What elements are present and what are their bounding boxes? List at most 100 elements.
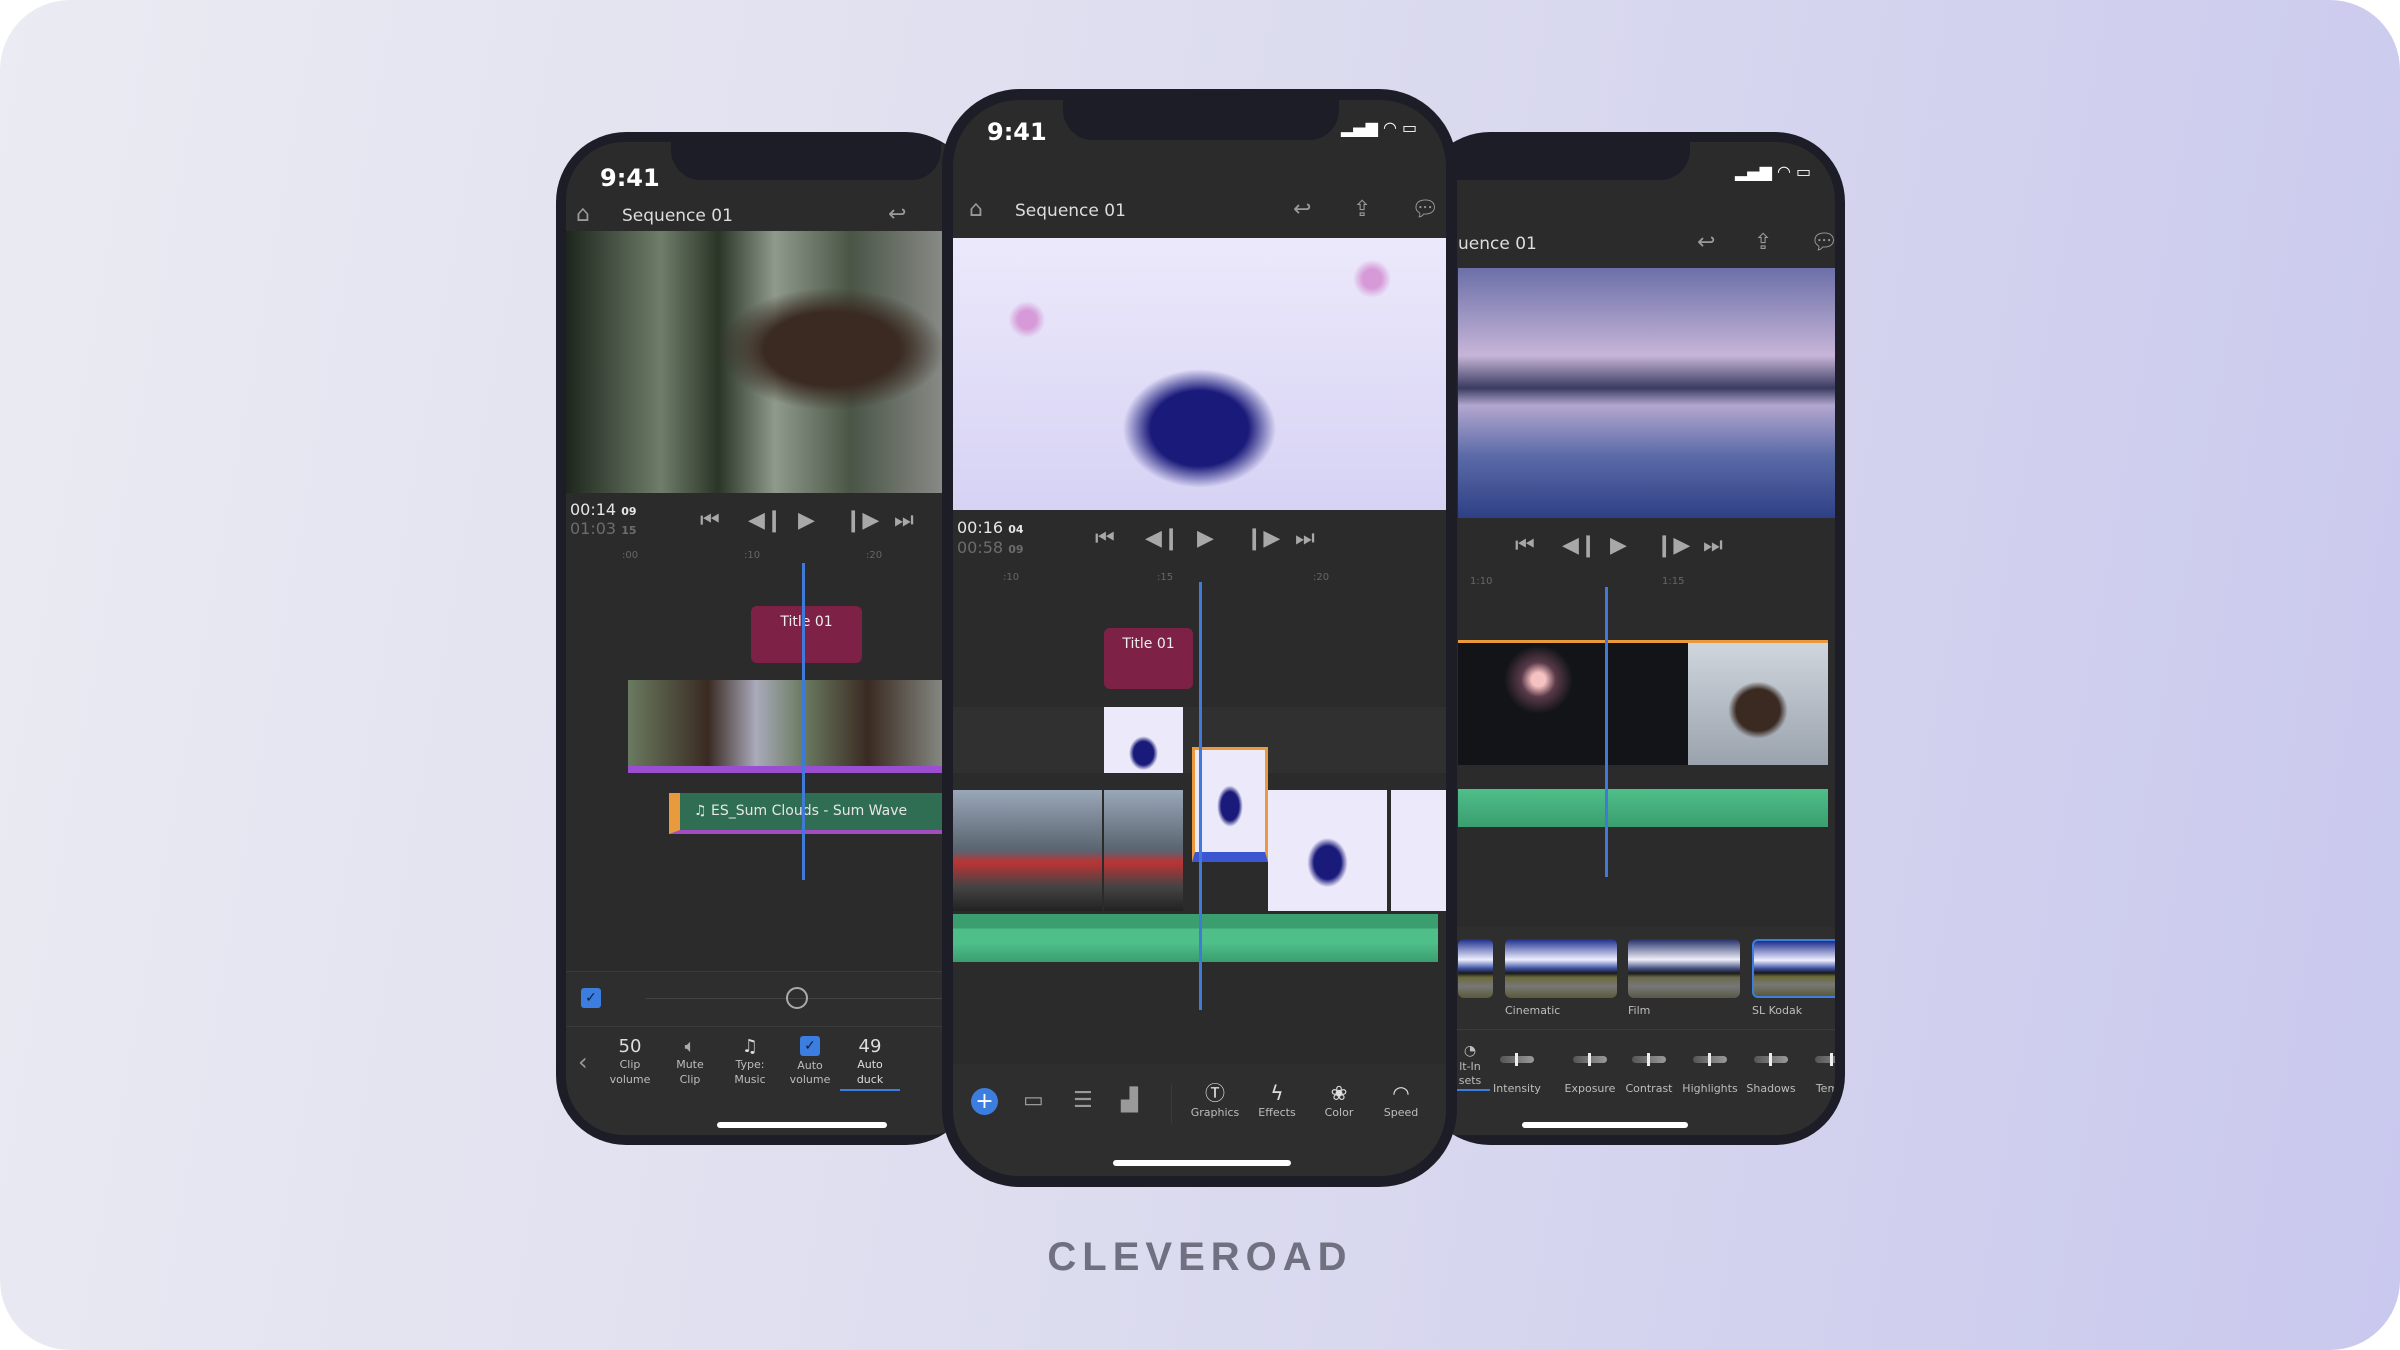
adjust-label: Contrast	[1625, 1082, 1673, 1095]
comment-icon[interactable]: 💬︎	[1810, 232, 1835, 254]
music-note-icon: ♫	[694, 803, 707, 819]
chevron-left-icon[interactable]: ‹	[578, 1050, 588, 1074]
skip-end-icon[interactable]: ⏭	[1295, 528, 1315, 550]
share-icon[interactable]: ⇪	[1353, 199, 1371, 221]
undo-icon[interactable]: ↩	[1293, 199, 1311, 221]
music-note-icon: ♫	[741, 1036, 759, 1057]
archive-icon[interactable]: ▭	[1023, 1090, 1044, 1112]
speaker-icon: 🔈︎	[684, 1036, 696, 1057]
playhead[interactable]	[1199, 582, 1202, 1010]
skip-start-icon[interactable]: ⏮	[700, 510, 720, 532]
video-clip[interactable]	[1268, 790, 1387, 911]
ruler-tick: :00	[622, 550, 639, 561]
undo-icon[interactable]: ↩	[888, 204, 906, 226]
skip-start-icon[interactable]: ⏮	[1515, 535, 1535, 557]
audio-waveform[interactable]	[953, 914, 1438, 962]
share-icon[interactable]: ⇪	[1754, 232, 1772, 254]
home-indicator	[717, 1122, 887, 1128]
enable-checkbox[interactable]: ✓	[581, 988, 601, 1008]
video-clip[interactable]	[1104, 707, 1183, 773]
skip-end-icon[interactable]: ⏭	[1703, 535, 1723, 557]
temperature-slider[interactable]	[1815, 1053, 1835, 1066]
preset-cinematic[interactable]	[1505, 939, 1617, 998]
effects-tool[interactable]: ϟ Effects	[1247, 1080, 1307, 1120]
video-clip[interactable]	[628, 680, 948, 773]
mute-clip-item[interactable]: 🔈︎ Mute Clip	[660, 1035, 720, 1087]
step-back-icon[interactable]: ◀❙	[1145, 528, 1180, 550]
ruler-tick: :10	[1003, 572, 1020, 583]
total-timecode: 01:03 15	[570, 519, 637, 538]
video-clip-fireworks[interactable]	[1458, 640, 1688, 765]
video-clip[interactable]	[1104, 790, 1183, 911]
preset-label: Film	[1628, 1004, 1651, 1017]
audio-waveform[interactable]	[1458, 773, 1828, 827]
intensity-slider[interactable]	[1500, 1053, 1534, 1066]
clip-volume-item[interactable]: 50 Clip volume	[600, 1035, 660, 1087]
preset-label: Cinematic	[1505, 1004, 1561, 1017]
ruler-tick: :10	[744, 550, 761, 561]
status-time: 9:41	[987, 118, 1047, 146]
video-preview	[953, 238, 1446, 510]
video-clip[interactable]	[953, 790, 1102, 911]
sequence-title: Sequence 01	[1015, 201, 1126, 221]
center-phone-screen: 9:41 ▂▄▆ ◠ ▭ ⌂ Sequence 01 ↩ ⇪ 💬︎ 00:16 …	[953, 100, 1446, 1176]
video-clip-person[interactable]	[1688, 640, 1828, 765]
graphics-tool[interactable]: Ⓣ Graphics	[1185, 1080, 1245, 1120]
step-back-icon[interactable]: ◀❙	[1562, 535, 1597, 557]
audio-clip[interactable]: ♫ ES_Sum Clouds - Sum Wave	[669, 793, 949, 834]
layers-icon[interactable]: ▟	[1121, 1090, 1138, 1112]
ruler-tick: 1:15	[1662, 576, 1685, 587]
speed-icon: ◠	[1392, 1081, 1410, 1105]
video-preview	[566, 231, 946, 493]
preset-film[interactable]	[1628, 939, 1740, 998]
auto-duck-item[interactable]: 49 Auto duck	[840, 1035, 900, 1091]
align-icon[interactable]: ☰	[1073, 1090, 1093, 1112]
playhead[interactable]	[802, 563, 805, 880]
notch	[1420, 142, 1690, 180]
home-indicator	[1113, 1160, 1291, 1166]
left-phone: 9:41 ⌂ Sequence 01 ↩ 00:14 09 01:03 15 ⏮…	[556, 132, 976, 1145]
type-music-item[interactable]: ♫ Type: Music	[720, 1035, 780, 1087]
step-forward-icon[interactable]: ❙▶	[1655, 535, 1690, 557]
status-icons: ▂▄▆ ◠ ▭	[1735, 162, 1812, 181]
play-icon[interactable]: ▶	[1197, 528, 1214, 550]
add-icon[interactable]: +	[971, 1088, 998, 1115]
home-icon[interactable]: ⌂	[576, 204, 590, 226]
step-forward-icon[interactable]: ❙▶	[1245, 528, 1280, 550]
preset-label: SL Kodak	[1752, 1004, 1803, 1017]
shadows-slider[interactable]	[1754, 1053, 1788, 1066]
skip-start-icon[interactable]: ⏮	[1095, 528, 1115, 550]
right-phone-screen: ▂▄▆ ◠ ▭ uence 01 ↩ ⇪ 💬︎ ⏮ ◀❙ ▶ ❙▶ ⏭ 1:10…	[1420, 142, 1835, 1135]
current-timecode: 00:14 09	[570, 500, 637, 519]
selected-video-clip[interactable]	[1192, 747, 1268, 862]
auto-volume-item[interactable]: ✓ Auto volume	[780, 1035, 840, 1088]
ruler-tick: :20	[1313, 572, 1330, 583]
step-forward-icon[interactable]: ❙▶	[844, 510, 879, 532]
preset-thumb[interactable]	[1458, 939, 1493, 998]
checkbox-checked-icon: ✓	[800, 1036, 820, 1056]
toolbar-divider	[1171, 1084, 1172, 1124]
graphics-icon: Ⓣ	[1205, 1081, 1225, 1105]
skip-end-icon[interactable]: ⏭	[894, 510, 914, 532]
contrast-slider[interactable]	[1632, 1053, 1666, 1066]
color-tool[interactable]: ❀ Color	[1309, 1080, 1369, 1120]
step-back-icon[interactable]: ◀❙	[748, 510, 783, 532]
video-clip[interactable]	[1391, 790, 1446, 911]
home-icon[interactable]: ⌂	[969, 199, 983, 221]
playhead[interactable]	[1605, 587, 1608, 877]
sequence-title: uence 01	[1458, 234, 1537, 254]
play-icon[interactable]: ▶	[1610, 535, 1627, 557]
exposure-slider[interactable]	[1573, 1053, 1607, 1066]
speed-tool[interactable]: ◠ Speed	[1371, 1080, 1431, 1120]
title-clip[interactable]: Title 01	[751, 606, 862, 663]
undo-icon[interactable]: ↩	[1697, 232, 1715, 254]
cleveroad-logo: CLEVEROAD	[1047, 1235, 1353, 1279]
comment-icon[interactable]: 💬︎	[1411, 199, 1439, 221]
effects-icon: ϟ	[1270, 1081, 1284, 1105]
play-icon[interactable]: ▶	[798, 510, 815, 532]
preset-sl-kodak[interactable]	[1752, 939, 1835, 998]
highlights-slider[interactable]	[1693, 1053, 1727, 1066]
volume-slider-handle[interactable]	[786, 987, 808, 1009]
title-clip[interactable]: Title 01	[1104, 628, 1193, 689]
total-timecode: 00:58 09	[957, 538, 1024, 557]
